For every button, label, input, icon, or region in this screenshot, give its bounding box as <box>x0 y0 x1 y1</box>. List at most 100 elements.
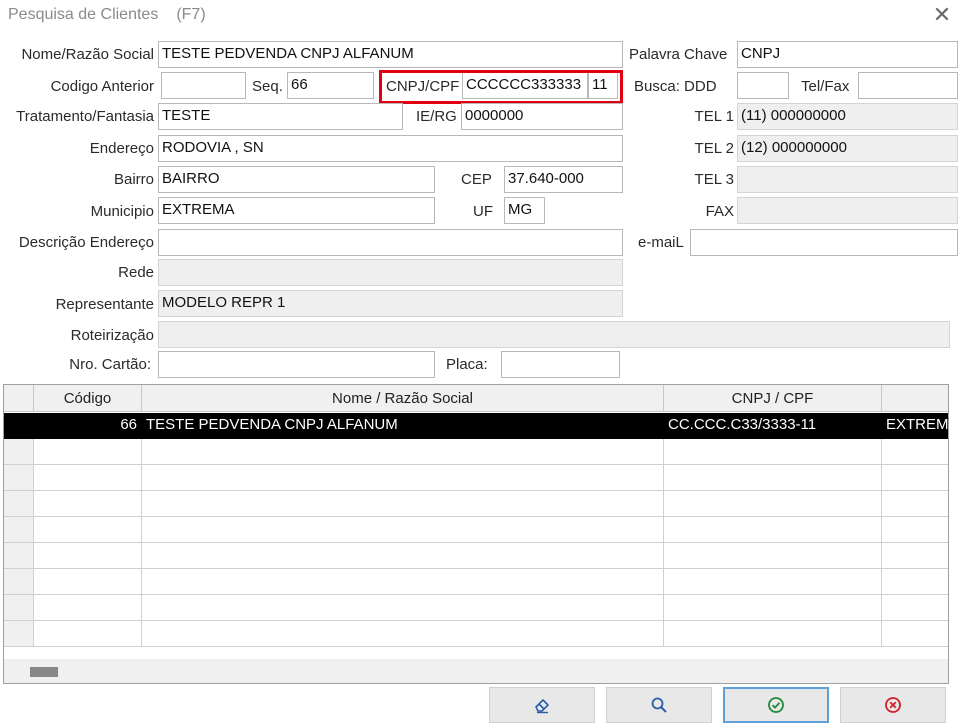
tel2-label: TEL 2 <box>694 140 734 157</box>
empty-cell <box>882 543 948 569</box>
empty-cell <box>142 569 664 595</box>
empty-cell <box>4 465 34 491</box>
tel3-field <box>737 166 958 193</box>
empty-cell <box>882 465 948 491</box>
search-icon <box>651 697 667 713</box>
window-title: Pesquisa de Clientes (F7) <box>8 6 206 24</box>
cell-codigo: 66 <box>34 413 142 439</box>
empty-cell <box>882 621 948 647</box>
busca-ddd-label: Busca: DDD <box>634 78 717 95</box>
bairro-label: Bairro <box>113 171 154 188</box>
email-label: e-maiL <box>638 234 684 251</box>
table-row[interactable]: 66 TESTE PEDVENDA CNPJ ALFANUM CC.CCC.C3… <box>4 413 948 439</box>
tel1-label: TEL 1 <box>694 108 734 125</box>
grid-header-cnpj[interactable]: CNPJ / CPF <box>664 385 882 412</box>
codigo-anterior-field[interactable] <box>161 72 246 99</box>
check-circle-icon <box>768 697 784 713</box>
window-shortcut: (F7) <box>176 6 206 23</box>
empty-cell <box>34 569 142 595</box>
empty-cell <box>882 517 948 543</box>
fax-label: FAX <box>705 203 734 220</box>
cell-municipio: EXTREMA <box>882 413 948 439</box>
eraser-icon <box>535 699 549 714</box>
empty-row[interactable] <box>4 543 948 569</box>
clear-button[interactable] <box>489 687 595 723</box>
grid-header-municipio[interactable] <box>882 385 948 412</box>
tratamento-field[interactable]: TESTE <box>158 103 403 130</box>
empty-cell <box>4 491 34 517</box>
empty-row[interactable] <box>4 569 948 595</box>
empty-row[interactable] <box>4 621 948 647</box>
seq-field[interactable]: 66 <box>287 72 374 99</box>
empty-cell <box>142 491 664 517</box>
empty-cell <box>882 491 948 517</box>
cartao-field[interactable] <box>158 351 435 378</box>
empty-cell <box>664 595 882 621</box>
roteirizacao-field <box>158 321 950 348</box>
cnpj-highlight-box <box>379 70 623 104</box>
empty-row[interactable] <box>4 517 948 543</box>
empty-cell <box>882 569 948 595</box>
endereco-field[interactable]: RODOVIA , SN <box>158 135 623 162</box>
cep-field[interactable]: 37.640-000 <box>504 166 623 193</box>
empty-row[interactable] <box>4 465 948 491</box>
window-title-text: Pesquisa de Clientes <box>8 6 159 23</box>
cell-cnpj: CC.CCC.C33/3333-11 <box>664 413 882 439</box>
close-icon[interactable]: ✕ <box>928 2 956 28</box>
email-field[interactable] <box>690 229 958 256</box>
municipio-label: Municipio <box>90 203 154 220</box>
confirm-button[interactable] <box>723 687 829 723</box>
empty-cell <box>34 517 142 543</box>
empty-cell <box>4 569 34 595</box>
cell-nome: TESTE PEDVENDA CNPJ ALFANUM <box>142 413 664 439</box>
cep-label: CEP <box>461 171 492 188</box>
seq-label: Seq. <box>252 78 283 95</box>
nome-field[interactable]: TESTE PEDVENDA CNPJ ALFANUM <box>158 41 623 68</box>
tel3-label: TEL 3 <box>694 171 734 188</box>
rede-field <box>158 259 623 286</box>
empty-cell <box>4 439 34 465</box>
results-grid[interactable]: Código Nome / Razão Social CNPJ / CPF 66… <box>3 384 949 684</box>
empty-row[interactable] <box>4 491 948 517</box>
uf-field[interactable]: MG <box>504 197 545 224</box>
descricao-field[interactable] <box>158 229 623 256</box>
tel-fax-field[interactable] <box>858 72 958 99</box>
horizontal-scrollbar[interactable] <box>4 659 948 683</box>
palavra-chave-field[interactable]: CNPJ <box>737 41 958 68</box>
busca-ddd-field[interactable] <box>737 72 789 99</box>
roteirizacao-label: Roteirização <box>70 327 154 344</box>
empty-cell <box>34 465 142 491</box>
empty-cell <box>142 439 664 465</box>
empty-cell <box>664 491 882 517</box>
empty-cell <box>664 465 882 491</box>
empty-row[interactable] <box>4 595 948 621</box>
grid-header-codigo[interactable]: Código <box>34 385 142 412</box>
ie-field[interactable]: 0000000 <box>461 103 623 130</box>
empty-cell <box>142 621 664 647</box>
empty-cell <box>4 543 34 569</box>
grid-header-nome[interactable]: Nome / Razão Social <box>142 385 664 412</box>
empty-cell <box>882 595 948 621</box>
fax-field <box>737 197 958 224</box>
scrollbar-thumb[interactable] <box>30 667 58 677</box>
empty-cell <box>664 517 882 543</box>
endereco-label: Endereço <box>89 140 154 157</box>
empty-cell <box>4 621 34 647</box>
placa-field[interactable] <box>501 351 620 378</box>
empty-cell <box>142 465 664 491</box>
nome-label: Nome/Razão Social <box>21 46 154 63</box>
descricao-label: Descrição Endereço <box>18 234 154 251</box>
empty-cell <box>664 621 882 647</box>
cancel-button[interactable] <box>840 687 946 723</box>
municipio-field[interactable]: EXTREMA <box>158 197 435 224</box>
empty-cell <box>34 621 142 647</box>
empty-row[interactable] <box>4 439 948 465</box>
empty-cell <box>142 595 664 621</box>
search-button[interactable] <box>606 687 712 723</box>
empty-cell <box>34 439 142 465</box>
empty-cell <box>34 543 142 569</box>
representante-label: Representante <box>55 296 154 313</box>
empty-cell <box>664 543 882 569</box>
codigo-anterior-label: Codigo Anterior <box>50 78 154 95</box>
bairro-field[interactable]: BAIRRO <box>158 166 435 193</box>
